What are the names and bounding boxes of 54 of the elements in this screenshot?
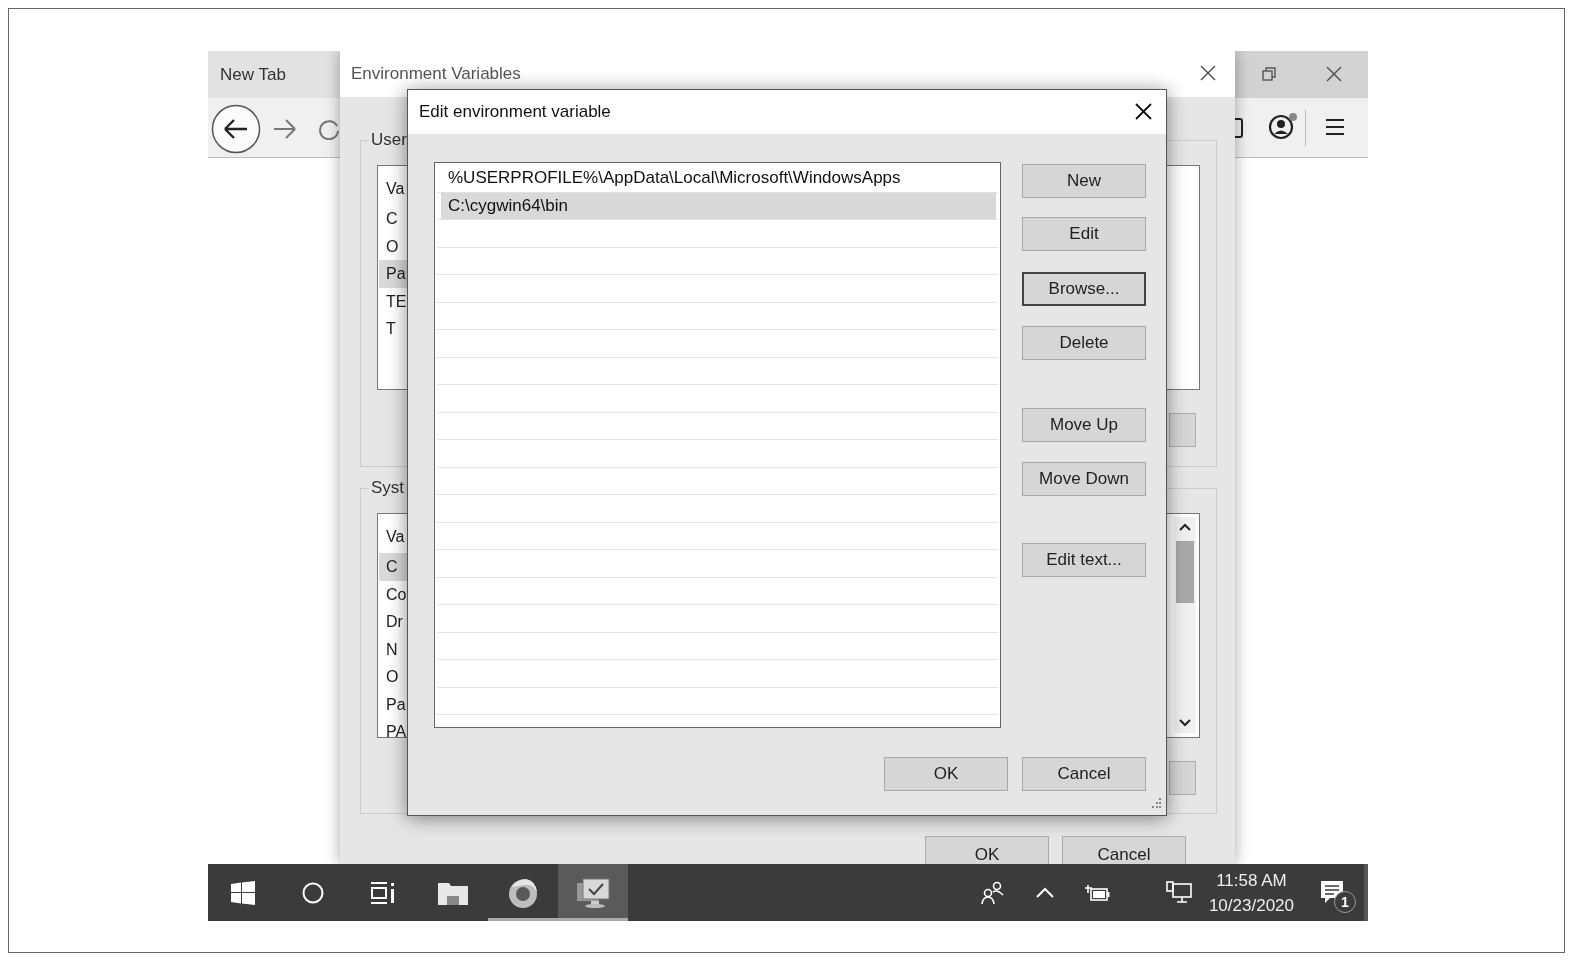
list-row[interactable]: O	[379, 232, 408, 260]
taskbar-button[interactable]	[558, 864, 628, 921]
list-row[interactable]: Co	[379, 580, 408, 608]
dialog-button[interactable]: Move Up	[1022, 408, 1146, 442]
list-row[interactable]: C	[379, 553, 408, 581]
dialog-button[interactable]: OK	[925, 836, 1049, 864]
notification-badge: 1	[1334, 891, 1356, 913]
dialog-button[interactable]: Browse...	[1022, 272, 1146, 306]
scrollbar-thumb[interactable]	[1176, 541, 1194, 603]
dialog-button[interactable]: New	[1022, 164, 1146, 198]
window-title: Environment Variables	[351, 64, 521, 84]
dialog-button[interactable]: Edit	[1022, 217, 1146, 251]
list-row[interactable]: Pa	[379, 260, 408, 288]
dialog-button[interactable]: OK	[884, 757, 1008, 791]
close-icon[interactable]	[1200, 65, 1216, 81]
browser-tab[interactable]: New Tab	[208, 51, 340, 98]
menu-icon[interactable]	[1325, 118, 1345, 136]
monitor-icon[interactable]	[575, 876, 611, 909]
list-row[interactable]: O	[379, 663, 408, 691]
list-row[interactable]: T	[379, 315, 408, 343]
list-row[interactable]: Dr	[379, 608, 408, 636]
restore-icon[interactable]	[1262, 67, 1276, 81]
clock-date[interactable]: 10/23/2020	[1208, 892, 1294, 918]
list-row[interactable]: TE	[379, 287, 408, 315]
search-icon[interactable]	[302, 881, 324, 904]
column-header[interactable]: Va	[379, 172, 408, 205]
dialog-button[interactable]: Cancel	[1062, 836, 1186, 864]
group-label: Syst	[369, 478, 407, 498]
column-header[interactable]: Va	[379, 520, 408, 553]
account-icon[interactable]	[1268, 112, 1298, 140]
list-row[interactable]: C	[379, 205, 408, 233]
task-view-icon[interactable]	[370, 881, 396, 904]
dialog-button[interactable]: Delete	[1022, 326, 1146, 360]
forward-icon[interactable]	[272, 117, 298, 141]
windows-logo-icon[interactable]	[231, 880, 255, 905]
resize-grip-icon[interactable]	[1150, 797, 1162, 809]
dialog-button[interactable]: Move Down	[1022, 462, 1146, 496]
reload-icon[interactable]	[318, 118, 340, 140]
dialog-button[interactable]: Cancel	[1022, 757, 1146, 791]
list-row[interactable]: PA	[379, 718, 408, 737]
network-monitor-icon[interactable]	[1165, 880, 1192, 905]
scrollbar[interactable]	[1174, 517, 1196, 733]
clock-time[interactable]: 11:58 AM	[1216, 867, 1287, 893]
path-entry[interactable]: %USERPROFILE%\AppData\Local\Microsoft\WindowsApps	[441, 165, 996, 192]
dialog-title: Edit environment variable	[419, 102, 611, 122]
people-icon[interactable]	[980, 880, 1005, 905]
close-icon[interactable]	[1135, 103, 1152, 120]
dialog-button[interactable]: Edit text...	[1022, 543, 1146, 577]
path-entry[interactable]: C:\cygwin64\bin	[441, 192, 996, 219]
battery-plug-icon[interactable]	[1083, 883, 1110, 902]
list-row[interactable]: N	[379, 635, 408, 663]
back-icon[interactable]	[211, 104, 261, 154]
chevron-up-icon[interactable]	[1035, 887, 1054, 898]
list-row[interactable]: Pa	[379, 690, 408, 718]
